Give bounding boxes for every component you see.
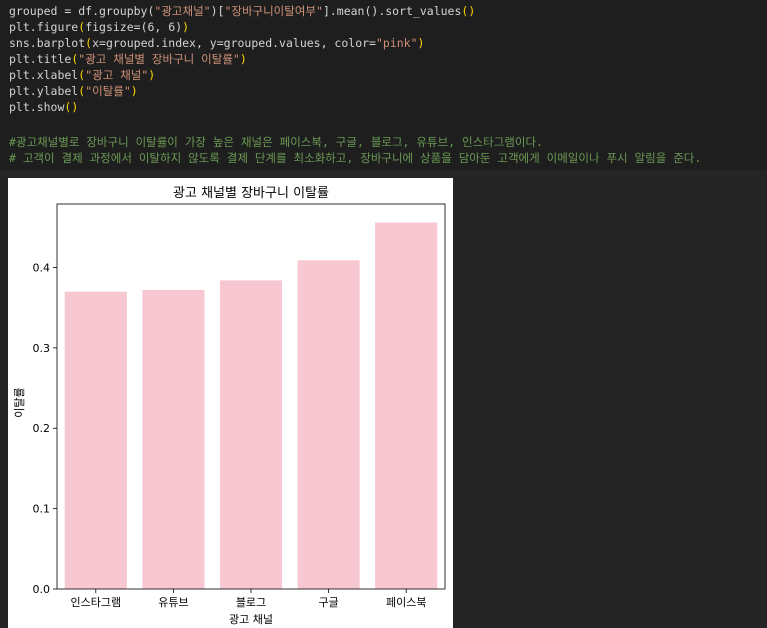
comment-line: # 고객이 결제 과정에서 이탈하지 않도록 결제 단계를 최소화하고, 장바구… bbox=[9, 150, 758, 166]
comment-line: #광고채널별로 장바구니 이탈률이 가장 높은 채널은 페이스북, 구글, 블로… bbox=[9, 134, 758, 150]
code-comment: # 고객이 결제 과정에서 이탈하지 않도록 결제 단계를 최소화하고, 장바구… bbox=[9, 151, 702, 165]
code-token: ) bbox=[239, 52, 247, 66]
code-token: ) bbox=[130, 84, 138, 98]
bar-chart: 광고 채널별 장바구니 이탈률 0.0 0.1 0.2 0.3 0.4 인스타그램 유튜브 블로… bbox=[13, 186, 446, 626]
cell-output: 광고 채널별 장바구니 이탈률 0.0 0.1 0.2 0.3 0.4 인스타그램 유튜브 블로… bbox=[0, 170, 767, 628]
code-line: grouped = df.groupby("광고채널")["장바구니이탈여부"]… bbox=[9, 3, 758, 19]
code-token: plt.title bbox=[9, 52, 72, 66]
bar-2 bbox=[142, 290, 205, 589]
x-tick-label: 인스타그램 bbox=[70, 596, 121, 609]
code-token: )[ bbox=[210, 4, 225, 18]
chart-title: 광고 채널별 장바구니 이탈률 bbox=[173, 186, 329, 201]
code-token: () bbox=[64, 100, 79, 114]
code-token: grouped = df.groupby( bbox=[9, 4, 155, 18]
code-token: ) bbox=[417, 36, 425, 50]
bar-4 bbox=[297, 260, 360, 589]
notebook: grouped = df.groupby("광고채널")["장바구니이탈여부"]… bbox=[0, 0, 767, 628]
y-tick-label: 0.3 bbox=[33, 342, 51, 355]
x-tick-label: 유튜브 bbox=[158, 596, 188, 609]
x-tick-label: 페이스북 bbox=[386, 596, 426, 609]
x-tick-label: 구글 bbox=[318, 596, 338, 609]
code-token: plt.xlabel bbox=[9, 68, 79, 82]
bar-chart-figure: 광고 채널별 장바구니 이탈률 0.0 0.1 0.2 0.3 0.4 인스타그램 유튜브 블로… bbox=[8, 178, 453, 628]
code-token: figsize=(6, 6) bbox=[85, 20, 183, 34]
code-line: sns.barplot(x=grouped.index, y=grouped.v… bbox=[9, 35, 758, 51]
x-tick-label: 블로그 bbox=[236, 596, 266, 609]
code-string: "이탈률" bbox=[85, 84, 131, 98]
bar-1 bbox=[64, 291, 127, 589]
code-string: "광고 채널" bbox=[85, 68, 149, 82]
code-line: plt.xlabel("광고 채널") bbox=[9, 67, 758, 83]
y-tick-label: 0.4 bbox=[33, 261, 51, 274]
code-line: plt.figure(figsize=(6, 6)) bbox=[9, 19, 758, 35]
code-token: plt.ylabel bbox=[9, 84, 79, 98]
code-token: ) bbox=[148, 68, 156, 82]
code-line: plt.ylabel("이탈률") bbox=[9, 83, 758, 99]
bar-3 bbox=[219, 280, 283, 589]
code-token: plt.show bbox=[9, 100, 65, 114]
code-string: "장바구니이탈여부" bbox=[224, 4, 323, 18]
code-token: plt.figure bbox=[9, 20, 79, 34]
y-axis-label: 이탈률 bbox=[13, 387, 26, 417]
code-token: () bbox=[461, 4, 476, 18]
code-string: "광고 채널별 장바구니 이탈률" bbox=[78, 52, 240, 66]
x-axis-label: 광고 채널 bbox=[229, 613, 273, 626]
code-token: ) bbox=[182, 20, 190, 34]
code-comment: #광고채널별로 장바구니 이탈률이 가장 높은 채널은 페이스북, 구글, 블로… bbox=[9, 135, 543, 149]
y-tick-label: 0.0 bbox=[33, 583, 51, 596]
code-line: plt.title("광고 채널별 장바구니 이탈률") bbox=[9, 51, 758, 67]
y-tick-label: 0.2 bbox=[33, 422, 51, 435]
code-cell[interactable]: grouped = df.groupby("광고채널")["장바구니이탈여부"]… bbox=[0, 0, 767, 170]
bar-5 bbox=[375, 222, 438, 589]
code-token: ].mean().sort_values bbox=[322, 4, 462, 18]
y-tick-label: 0.1 bbox=[33, 503, 51, 516]
code-string: "pink" bbox=[375, 36, 418, 50]
code-token: sns.barplot bbox=[9, 36, 86, 50]
code-string: "광고채널" bbox=[154, 4, 211, 18]
code-token: x=grouped.index, y=grouped.values, color… bbox=[92, 36, 376, 50]
code-line: plt.show() bbox=[9, 99, 758, 115]
